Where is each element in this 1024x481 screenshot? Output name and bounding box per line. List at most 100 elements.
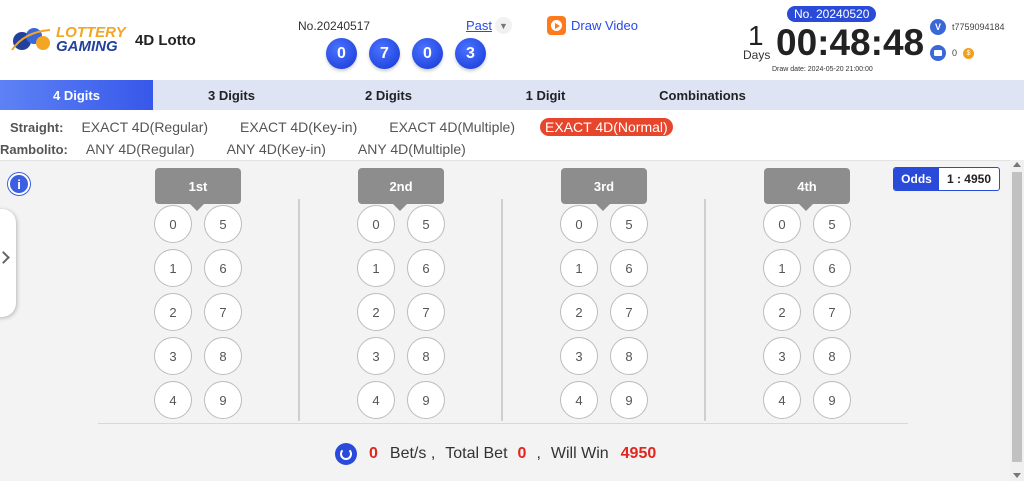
tab-1-digit[interactable]: 1 Digit xyxy=(467,80,624,110)
digit-button[interactable]: 0 xyxy=(154,205,192,243)
digit-button[interactable]: 0 xyxy=(560,205,598,243)
previous-draw-number: No.20240517 xyxy=(298,19,371,33)
digit-button[interactable]: 7 xyxy=(407,293,445,331)
digit-button[interactable]: 9 xyxy=(204,381,242,419)
column-divider xyxy=(298,199,300,421)
digit-button[interactable]: 3 xyxy=(763,337,801,375)
position-header: 1st xyxy=(155,168,241,211)
odds-display: Odds 1 : 4950 xyxy=(893,167,1000,191)
digit-button[interactable]: 2 xyxy=(357,293,395,331)
bet-type-exact-key-in[interactable]: EXACT 4D(Key-in) xyxy=(240,119,357,135)
game-title: 4D Lotto xyxy=(135,32,196,49)
digit-button[interactable]: 6 xyxy=(204,249,242,287)
refresh-icon[interactable] xyxy=(335,443,357,465)
bet-summary: 0 Bet/s , Total Bet 0 , Will Win 4950 xyxy=(335,443,656,465)
days-label: Days xyxy=(743,48,771,62)
digit-button[interactable]: 1 xyxy=(763,249,801,287)
digit-button[interactable]: 7 xyxy=(204,293,242,331)
chevron-down-icon[interactable]: ▼ xyxy=(495,17,512,34)
bet-type-exact-regular[interactable]: EXACT 4D(Regular) xyxy=(81,119,208,135)
tab-2-digits[interactable]: 2 Digits xyxy=(310,80,467,110)
digit-button[interactable]: 8 xyxy=(204,337,242,375)
digit-button[interactable]: 1 xyxy=(357,249,395,287)
bet-type-exact-multiple[interactable]: EXACT 4D(Multiple) xyxy=(389,119,515,135)
total-bet-value: 0 xyxy=(517,445,527,462)
digit-button[interactable]: 8 xyxy=(813,337,851,375)
column-divider xyxy=(704,199,706,421)
bet-type-any-multiple[interactable]: ANY 4D(Multiple) xyxy=(358,141,466,157)
bets-count: 0 xyxy=(369,445,378,462)
straight-bet-types: Straight: EXACT 4D(Regular) EXACT 4D(Key… xyxy=(10,117,673,137)
result-ball: 3 xyxy=(455,38,486,69)
username: t7759094184 xyxy=(952,22,1005,32)
play-video-icon xyxy=(547,16,566,35)
past-results-link[interactable]: Past xyxy=(466,18,492,33)
digit-button[interactable]: 1 xyxy=(154,249,192,287)
digit-button[interactable]: 5 xyxy=(813,205,851,243)
current-draw-badge: No. 20240520 xyxy=(787,6,877,22)
digit-button[interactable]: 4 xyxy=(357,381,395,419)
digit-button[interactable]: 6 xyxy=(407,249,445,287)
user-info[interactable]: V t7759094184 xyxy=(930,19,1005,35)
digit-button[interactable]: 2 xyxy=(154,293,192,331)
digit-button[interactable]: 1 xyxy=(560,249,598,287)
countdown-timer: 00:48:48 xyxy=(776,22,925,63)
digit-button[interactable]: 7 xyxy=(813,293,851,331)
tab-combinations[interactable]: Combinations xyxy=(624,80,781,110)
digit-button[interactable]: 5 xyxy=(204,205,242,243)
balance-value: 0 xyxy=(952,48,958,58)
logo-gaming: GAMING xyxy=(56,38,118,55)
rambolito-bet-types: Rambolito: ANY 4D(Regular) ANY 4D(Key-in… xyxy=(0,139,466,159)
digit-button[interactable]: 4 xyxy=(560,381,598,419)
chevron-right-icon xyxy=(0,251,10,264)
tab-4-digits[interactable]: 4 Digits xyxy=(0,80,153,110)
digit-button[interactable]: 3 xyxy=(357,337,395,375)
digit-button[interactable]: 4 xyxy=(763,381,801,419)
digit-button[interactable]: 7 xyxy=(610,293,648,331)
scrollbar[interactable] xyxy=(1010,160,1024,481)
digit-button[interactable]: 8 xyxy=(610,337,648,375)
digit-button[interactable]: 0 xyxy=(357,205,395,243)
digit-button[interactable]: 0 xyxy=(763,205,801,243)
digit-button[interactable]: 2 xyxy=(560,293,598,331)
will-win-label: Will Win xyxy=(550,445,609,462)
digit-button[interactable]: 5 xyxy=(407,205,445,243)
bet-type-any-regular[interactable]: ANY 4D(Regular) xyxy=(86,141,195,157)
position-column-4: 4th 0 1 2 3 4 5 6 7 8 9 xyxy=(709,168,909,424)
wallet-icon xyxy=(930,45,946,61)
scroll-down-arrow[interactable] xyxy=(1013,473,1021,478)
side-drawer-toggle[interactable] xyxy=(0,209,16,317)
header: LOTTERY GAMING 4D Lotto No.20240517 0 7 … xyxy=(0,0,1024,80)
previous-result-balls: 0 7 0 3 xyxy=(326,38,486,69)
digit-button[interactable]: 3 xyxy=(154,337,192,375)
position-header: 4th xyxy=(764,168,850,211)
digit-button[interactable]: 5 xyxy=(610,205,648,243)
digit-button[interactable]: 4 xyxy=(154,381,192,419)
draw-video-link[interactable]: Draw Video xyxy=(547,16,638,35)
digit-button[interactable]: 6 xyxy=(813,249,851,287)
digit-button[interactable]: 9 xyxy=(610,381,648,419)
position-header: 3rd xyxy=(561,168,647,211)
info-icon[interactable]: i xyxy=(8,173,30,195)
result-ball: 7 xyxy=(369,38,400,69)
scroll-thumb[interactable] xyxy=(1012,172,1022,462)
balance-info[interactable]: 0 $ xyxy=(930,45,975,61)
column-divider xyxy=(501,199,503,421)
scroll-up-arrow[interactable] xyxy=(1013,162,1021,167)
bet-type-any-key-in[interactable]: ANY 4D(Key-in) xyxy=(227,141,326,157)
panel-divider xyxy=(98,423,908,424)
number-picker-panel: i Odds 1 : 4950 1st 0 1 2 3 4 5 6 7 8 9 2nd 0 1 2 3 4 5 6 7… xyxy=(0,160,1010,481)
bet-type-exact-normal[interactable]: EXACT 4D(Normal) xyxy=(540,118,673,136)
digit-button[interactable]: 9 xyxy=(407,381,445,419)
total-bet-label: Total Bet xyxy=(445,445,508,462)
digit-button[interactable]: 2 xyxy=(763,293,801,331)
digit-button[interactable]: 8 xyxy=(407,337,445,375)
draw-video-label: Draw Video xyxy=(571,18,638,33)
digit-button[interactable]: 6 xyxy=(610,249,648,287)
lottery-gaming-logo[interactable]: LOTTERY GAMING xyxy=(10,24,130,56)
result-ball: 0 xyxy=(412,38,443,69)
draw-date: Draw date: 2024-05-20 21:00:00 xyxy=(772,66,873,73)
digit-button[interactable]: 9 xyxy=(813,381,851,419)
digit-button[interactable]: 3 xyxy=(560,337,598,375)
tab-3-digits[interactable]: 3 Digits xyxy=(153,80,310,110)
